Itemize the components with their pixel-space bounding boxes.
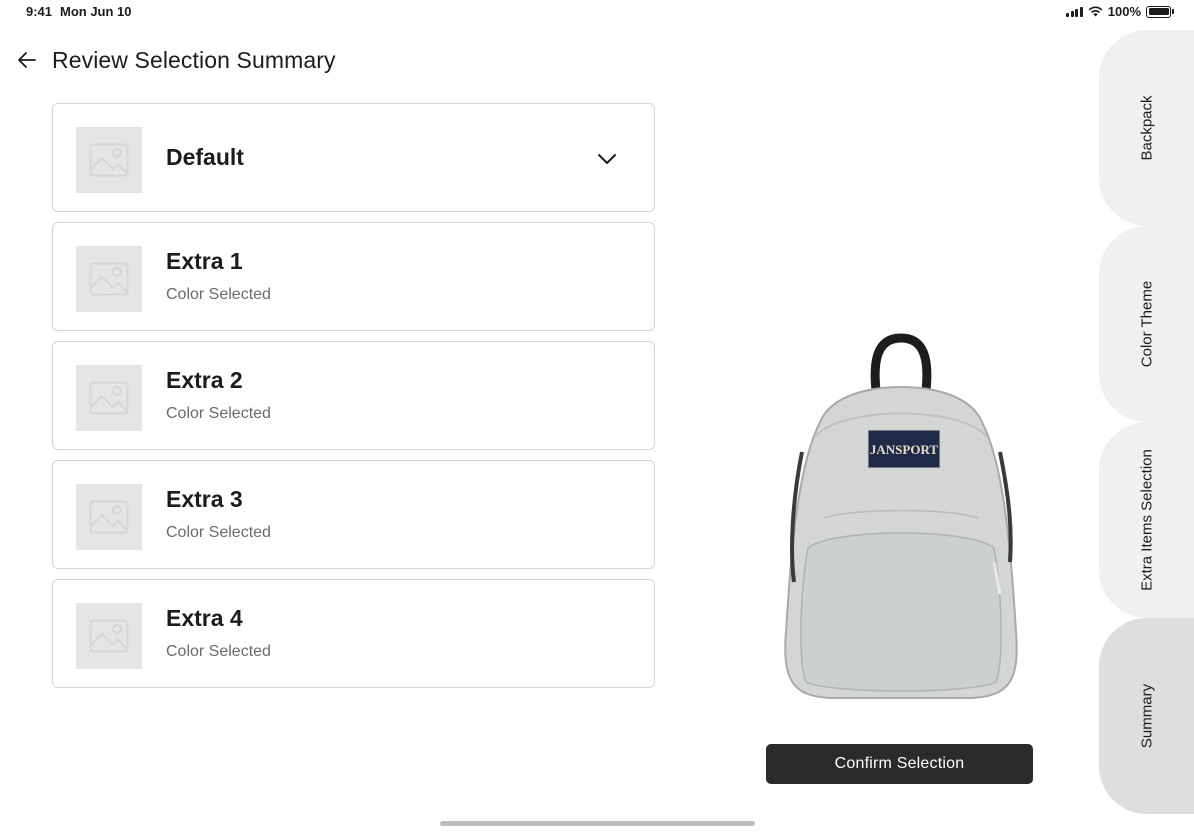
tab-label: Backpack [1138,95,1155,161]
item-title: Extra 3 [166,486,243,512]
item-card-extra-2[interactable]: Extra 2 Color Selected [52,341,655,450]
wifi-icon [1088,6,1103,17]
tab-backpack[interactable]: Backpack [1099,30,1194,226]
tab-label: Color Theme [1138,280,1155,368]
item-title: Extra 1 [166,248,243,274]
image-placeholder-icon [76,603,142,669]
item-subtitle: Color Selected [166,286,271,303]
back-button[interactable] [14,48,40,72]
arrow-left-icon [18,52,36,68]
status-date: Mon Jun 10 [60,4,132,19]
battery-icon [1146,5,1174,18]
status-time: 9:41 [26,4,53,19]
tab-label: Extra Items Selection [1138,449,1155,591]
brand-logo-text: JANSPORT [870,442,938,457]
chevron-down-icon[interactable] [596,148,618,170]
tab-label: Summary [1138,683,1155,749]
home-indicator[interactable] [440,821,755,826]
image-placeholder-icon [76,484,142,550]
item-subtitle: Color Selected [166,524,271,541]
image-placeholder-icon [76,127,142,193]
tab-color-theme[interactable]: Color Theme [1099,226,1194,422]
item-title: Extra 2 [166,367,243,393]
item-subtitle: Color Selected [166,405,271,422]
item-card-default[interactable]: Default [52,103,655,212]
image-placeholder-icon [76,365,142,431]
item-card-extra-1[interactable]: Extra 1 Color Selected [52,222,655,331]
confirm-selection-button[interactable]: Confirm Selection [766,744,1033,784]
item-title: Default [166,144,244,170]
cellular-signal-icon [1066,6,1083,17]
image-placeholder-icon [76,246,142,312]
battery-percent: 100% [1107,4,1141,19]
item-subtitle: Color Selected [166,643,271,660]
backpack-preview-image: JANSPORT [784,333,1018,699]
tab-extra-items-selection[interactable]: Extra Items Selection [1099,422,1194,618]
item-title: Extra 4 [166,605,243,631]
tab-summary[interactable]: Summary [1099,618,1194,814]
item-card-extra-4[interactable]: Extra 4 Color Selected [52,579,655,688]
item-card-extra-3[interactable]: Extra 3 Color Selected [52,460,655,569]
status-indicators: 100% [1066,4,1174,19]
page-title: Review Selection Summary [52,47,336,73]
status-bar: 9:41 Mon Jun 10 100% [0,0,1194,24]
